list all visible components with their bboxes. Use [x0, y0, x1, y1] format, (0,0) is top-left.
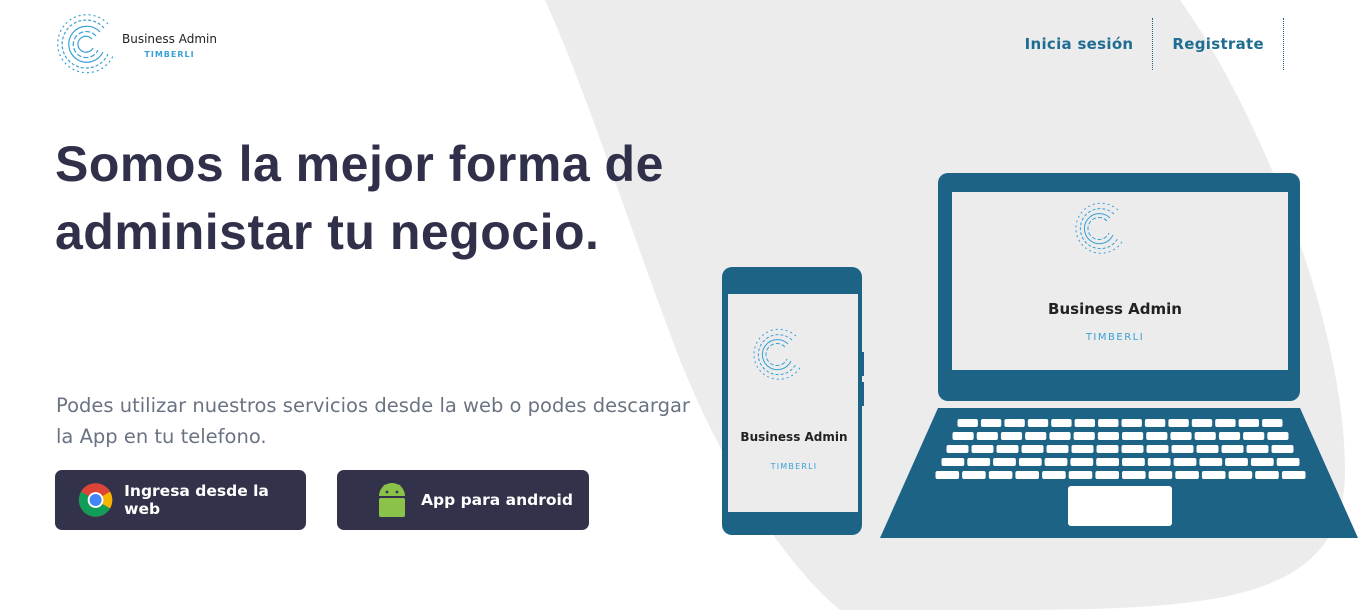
android-app-button[interactable]: App para android: [337, 470, 589, 530]
chrome-icon: [78, 483, 113, 517]
laptop-illustration: Business Admin TIMBERLI: [880, 173, 1358, 538]
phone-sub: TIMBERLI: [770, 462, 818, 471]
login-link[interactable]: Inicia sesión: [1006, 18, 1153, 70]
register-link[interactable]: Registrate: [1152, 18, 1284, 70]
laptop-sub: TIMBERLI: [1085, 332, 1144, 343]
phone-brand: Business Admin: [740, 430, 847, 444]
web-login-label: Ingresa desde la web: [124, 482, 269, 518]
android-app-label: App para android: [421, 491, 573, 509]
top-nav: Inicia sesión Registrate: [1006, 18, 1284, 70]
logo-swirl-icon: [57, 14, 114, 74]
phone-illustration: Business Admin TIMBERLI: [722, 267, 864, 535]
hero-subtitle: Podes utilizar nuestros servicios desde …: [56, 394, 690, 448]
brand-logo[interactable]: Business Admin TIMBERLI: [56, 14, 217, 76]
brand-sub: TIMBERLI: [144, 49, 195, 59]
android-icon: [379, 483, 405, 517]
laptop-brand: Business Admin: [1048, 300, 1182, 318]
hero-title: Somos la mejor forma de administar tu ne…: [55, 136, 664, 260]
devices-illustration: Business Admin TIMBERLI Business Admin T…: [722, 173, 1358, 538]
brand-name: Business Admin: [122, 31, 217, 46]
web-login-button[interactable]: Ingresa desde la web: [55, 470, 306, 530]
